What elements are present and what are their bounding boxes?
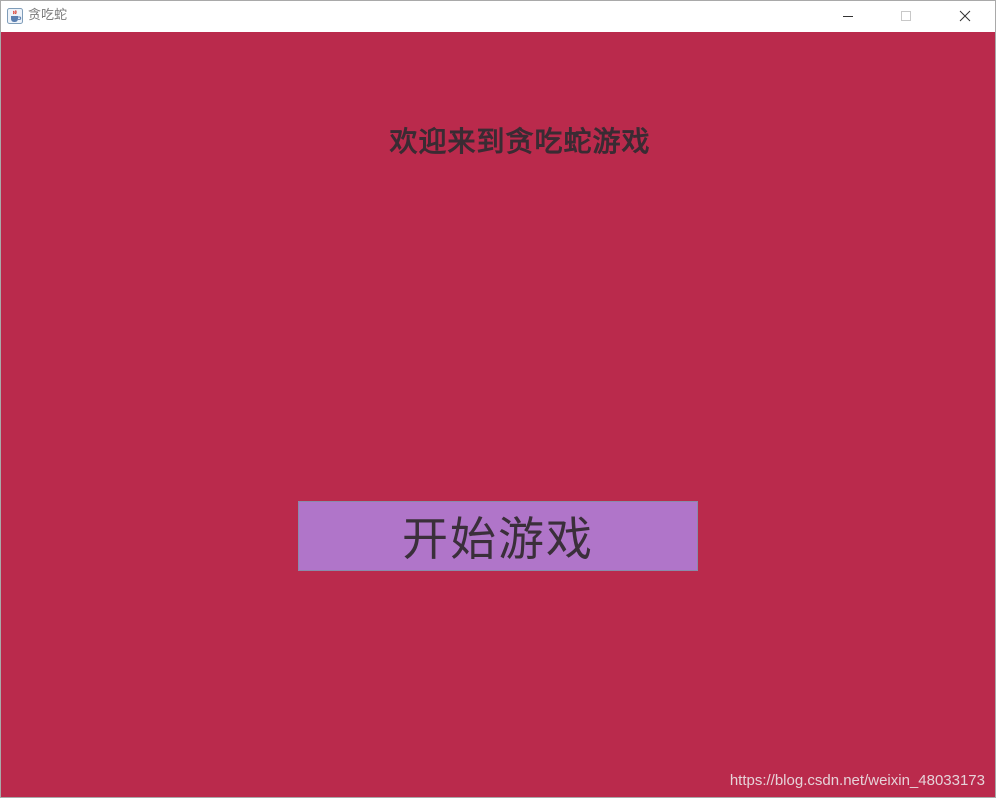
game-panel: 欢迎来到贪吃蛇游戏 开始游戏 https://blog.csdn.net/wei… [1, 32, 995, 797]
minimize-icon [842, 7, 854, 26]
close-icon [959, 7, 971, 26]
window-title: 贪吃蛇 [28, 8, 68, 23]
close-button[interactable] [936, 1, 994, 32]
watermark-url: https://blog.csdn.net/weixin_48033173 [729, 772, 985, 789]
maximize-icon [900, 7, 912, 26]
start-game-button[interactable]: 开始游戏 [298, 501, 698, 571]
maximize-button[interactable] [877, 1, 935, 32]
minimize-button[interactable] [819, 1, 877, 32]
java-cup-icon [7, 8, 23, 24]
title-bar[interactable]: 贪吃蛇 [1, 1, 995, 32]
welcome-title: 欢迎来到贪吃蛇游戏 [389, 125, 651, 158]
app-window: 贪吃蛇 欢迎来到贪吃蛇游戏 开始游戏 https://blog.csdn.net… [0, 0, 996, 798]
